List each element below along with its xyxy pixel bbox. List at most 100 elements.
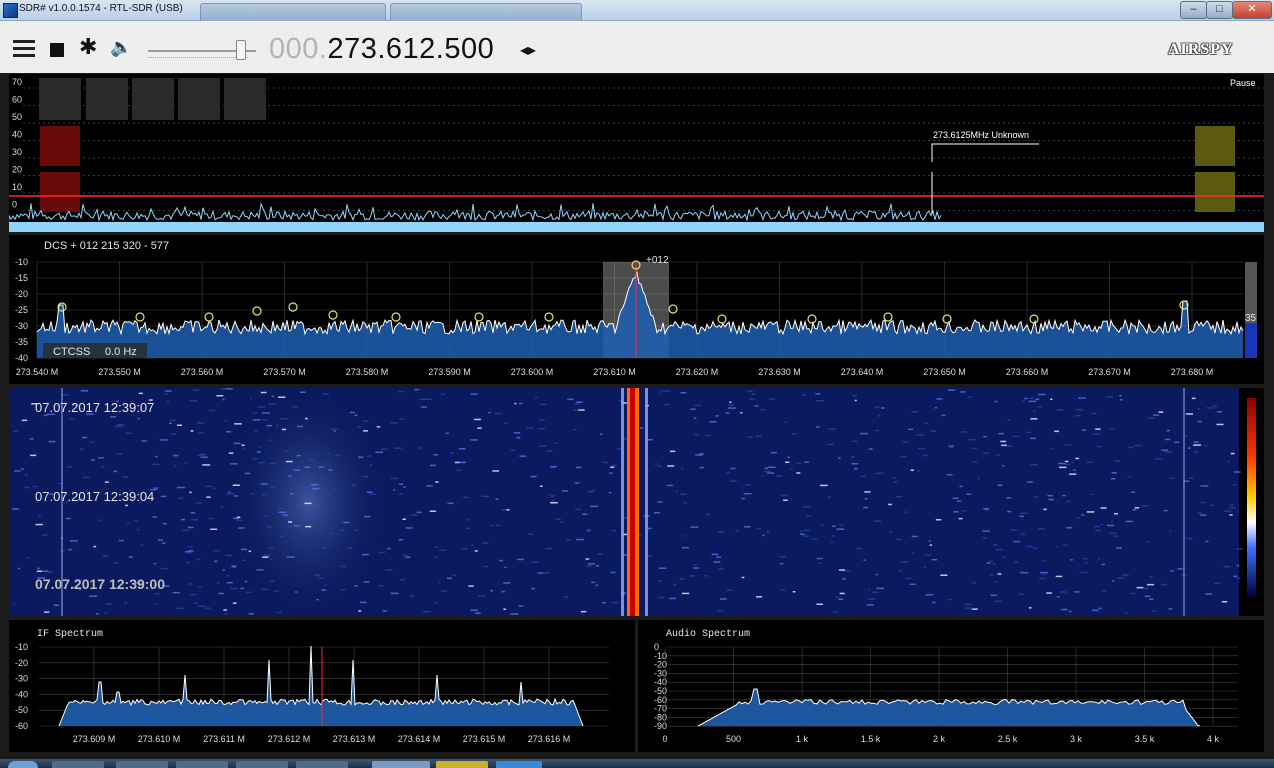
- waterfall-speckle: [258, 406, 266, 408]
- waterfall-speckle: [1164, 438, 1171, 441]
- waterfall-speckle: [48, 571, 54, 573]
- waterfall-speckle: [1100, 507, 1107, 509]
- waterfall-speckle: [866, 604, 874, 606]
- close-button[interactable]: ✕: [1232, 1, 1272, 19]
- if-spectrum-chart[interactable]: IF Spectrum -10 -20 -30 -40 -50 -60 273.609 M 2…: [9, 620, 635, 752]
- waterfall-speckle: [226, 431, 232, 433]
- waterfall-speckle: [1076, 517, 1080, 519]
- spectrum-x-tick: 273.680 M: [1171, 367, 1214, 377]
- taskbar-item[interactable]: [372, 761, 430, 768]
- speaker-icon[interactable]: 🔈: [110, 38, 132, 57]
- waterfall-speckle: [764, 470, 771, 472]
- audio-spectrum-panel[interactable]: Audio Spectrum 0 -10 -20 -30 -40 -50 -60 -70 -80…: [638, 620, 1264, 752]
- waterfall-speckle: [216, 582, 220, 584]
- taskbar-item[interactable]: [296, 761, 348, 768]
- waterfall-speckle: [735, 530, 739, 532]
- waterfall-speckle: [783, 499, 788, 501]
- waterfall-speckle: [1206, 407, 1215, 409]
- waterfall-speckle: [580, 610, 587, 613]
- waterfall-speckle: [819, 484, 828, 487]
- spectrum-panel[interactable]: -10 -15 -20 -25 -30 -35 -40 273.540 M 273.550 M 2…: [9, 235, 1264, 384]
- waterfall-speckle: [369, 493, 377, 495]
- waterfall-speckle: [803, 506, 811, 508]
- frequency-display[interactable]: 000.273.612.500: [269, 33, 494, 66]
- waterfall[interactable]: 07.07.2017 12:39:07 07.07.2017 12:39:04 …: [9, 388, 1264, 616]
- waterfall-speckle: [65, 517, 71, 520]
- waterfall-speckle: [262, 419, 268, 421]
- waterfall-speckle: [667, 465, 675, 467]
- if-x-tick: 273.613 M: [333, 734, 376, 744]
- minimize-button[interactable]: –: [1180, 1, 1207, 19]
- waterfall-speckle: [1154, 458, 1163, 460]
- scanner-button[interactable]: [178, 78, 220, 120]
- if-x-tick: 273.614 M: [398, 734, 441, 744]
- waterfall-speckle: [271, 395, 275, 398]
- waterfall-speckle: [297, 425, 304, 428]
- taskbar-item[interactable]: [436, 761, 488, 768]
- waterfall-speckle: [423, 610, 432, 613]
- waterfall-speckle: [612, 464, 617, 467]
- waterfall-speckle: [358, 610, 362, 612]
- volume-slider-thumb[interactable]: [236, 40, 246, 60]
- waterfall-speckle: [1068, 610, 1072, 613]
- menu-icon[interactable]: [13, 40, 35, 60]
- audio-spectrum-chart[interactable]: Audio Spectrum 0-10-20-30-40-50-60-70-80…: [638, 620, 1264, 752]
- scanner-button[interactable]: [132, 78, 174, 120]
- waterfall-speckle: [189, 400, 197, 402]
- waterfall-speckle: [932, 601, 936, 604]
- waterfall-speckle: [270, 558, 273, 560]
- waterfall-speckle: [958, 517, 963, 520]
- waterfall-speckle: [640, 427, 644, 429]
- waterfall-speckle: [376, 426, 381, 428]
- taskbar-item[interactable]: [236, 761, 288, 768]
- maximize-button[interactable]: □: [1206, 1, 1233, 19]
- scanner-panel[interactable]: 70 60 50 40 30 20 10 0 273.6125MHz Unknown Paus…: [8, 74, 1264, 232]
- audio-spectrum-title: Audio Spectrum: [666, 628, 750, 640]
- tune-arrows-icon[interactable]: ◂▸: [520, 40, 536, 60]
- taskbar-item[interactable]: [52, 761, 104, 768]
- taskbar-item[interactable]: [176, 761, 228, 768]
- audio-x-tick: 3.5 k: [1135, 734, 1155, 744]
- pause-label[interactable]: Pause: [1230, 78, 1256, 88]
- waterfall-panel[interactable]: 07.07.2017 12:39:07 07.07.2017 12:39:04 …: [9, 388, 1264, 616]
- waterfall-speckle: [288, 482, 295, 484]
- waterfall-speckle: [1007, 419, 1011, 421]
- waterfall-speckle: [321, 589, 327, 591]
- airspy-logo: AIRSPY: [1168, 41, 1234, 58]
- stop-icon[interactable]: [50, 43, 64, 57]
- waterfall-speckle: [206, 496, 211, 498]
- background-browser-tab[interactable]: [390, 3, 582, 21]
- waterfall-speckle: [1119, 395, 1122, 397]
- scanner-button[interactable]: [39, 78, 81, 120]
- waterfall-speckle: [539, 419, 545, 421]
- scanner-chart[interactable]: 70 60 50 40 30 20 10 0 273.6125MHz Unknown Paus…: [8, 74, 1264, 232]
- waterfall-speckle: [366, 455, 372, 457]
- waterfall-speckle: [744, 526, 751, 528]
- scanner-button[interactable]: [86, 78, 128, 120]
- spectrum-peak-marker: [391, 312, 401, 322]
- waterfall-speckle: [694, 404, 701, 407]
- spectrum-chart[interactable]: -10 -15 -20 -25 -30 -35 -40 273.540 M 273.550 M 2…: [9, 235, 1264, 384]
- waterfall-speckle: [699, 466, 705, 469]
- waterfall-speckle: [36, 570, 42, 572]
- if-x-tick: 273.615 M: [463, 734, 506, 744]
- taskbar-item[interactable]: [496, 761, 542, 768]
- start-button[interactable]: [8, 761, 38, 768]
- taskbar-item[interactable]: [116, 761, 168, 768]
- background-browser-tab[interactable]: [200, 3, 386, 21]
- spectrum-peak-marker: [252, 306, 262, 316]
- gear-icon[interactable]: ✱: [79, 36, 97, 58]
- if-spectrum-panel[interactable]: IF Spectrum -10 -20 -30 -40 -50 -60 273.609 M 2…: [9, 620, 635, 752]
- waterfall-speckle: [827, 443, 834, 446]
- waterfall-speckle: [993, 544, 997, 546]
- scanner-button[interactable]: [224, 78, 266, 120]
- audio-x-tick: 2.5 k: [998, 734, 1018, 744]
- waterfall-speckle: [1007, 445, 1013, 447]
- waterfall-speckle: [802, 535, 809, 537]
- waterfall-colorbar: [1247, 398, 1256, 598]
- waterfall-speckle: [378, 551, 385, 554]
- waterfall-speckle: [796, 472, 801, 474]
- waterfall-speckle: [137, 529, 140, 531]
- waterfall-speckle: [93, 545, 97, 548]
- waterfall-speckle: [803, 529, 811, 532]
